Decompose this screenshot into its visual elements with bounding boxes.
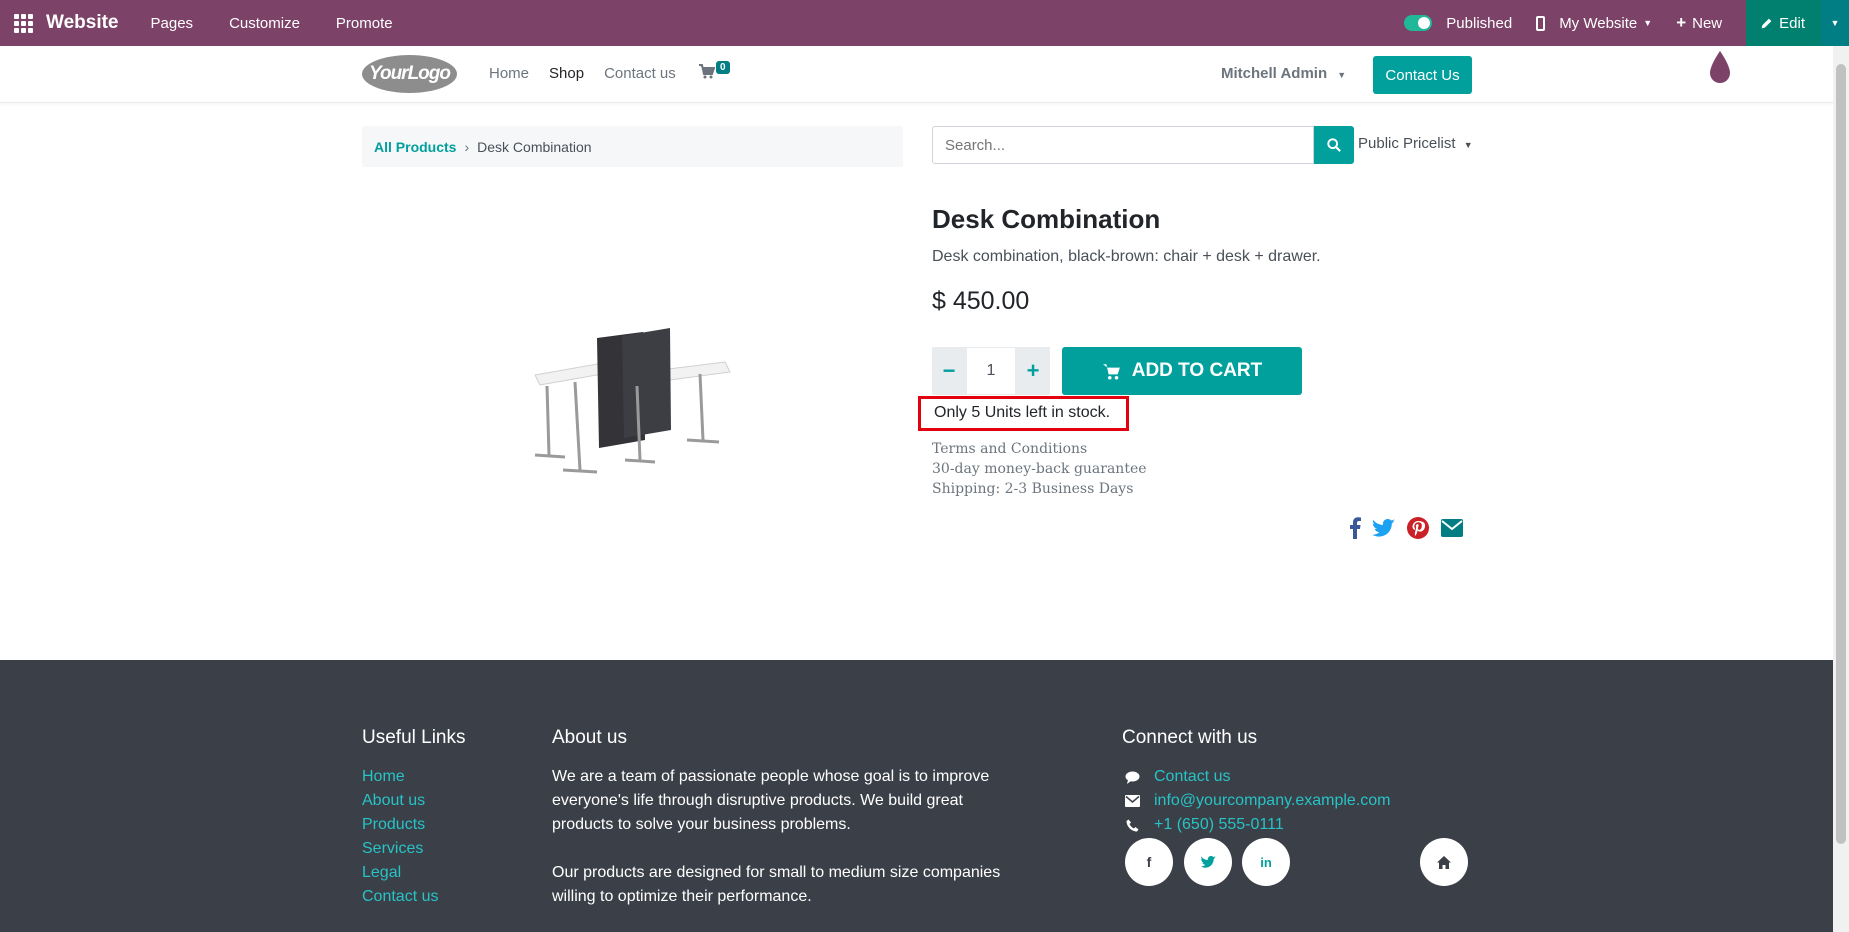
product-terms: Terms and Conditions 30-day money-back g… — [932, 439, 1147, 499]
footer-link-products[interactable]: Products — [362, 813, 438, 837]
envelope-icon — [1124, 795, 1140, 807]
website-switcher-label: My Website — [1559, 14, 1638, 32]
quantity-stepper: − + — [932, 347, 1050, 395]
apps-menu-icon[interactable] — [0, 0, 46, 46]
user-menu[interactable]: Mitchell Admin ▼ — [1221, 65, 1346, 82]
footer-facebook-icon[interactable]: f — [1125, 838, 1173, 886]
footer-about-text: We are a team of passionate people whose… — [552, 765, 1002, 932]
facebook-icon[interactable] — [1349, 517, 1361, 539]
footer-link-about[interactable]: About us — [362, 789, 438, 813]
nav-home[interactable]: Home — [489, 65, 529, 82]
mobile-preview-icon[interactable] — [1536, 15, 1546, 31]
twitter-icon[interactable] — [1373, 519, 1395, 537]
nav-shop[interactable]: Shop — [549, 65, 584, 82]
edit-dropdown-caret-icon[interactable]: ▼ — [1821, 0, 1849, 46]
page-scrollbar[interactable] — [1833, 46, 1849, 932]
footer-about-paragraph: We are a team of passionate people whose… — [552, 768, 990, 833]
footer-useful-links: Home About us Products Services Legal Co… — [362, 765, 438, 909]
site-footer: Useful Links About us Connect with us Ho… — [0, 660, 1833, 932]
theme-drop-icon[interactable] — [1708, 51, 1732, 85]
footer-connect-title: Connect with us — [1122, 727, 1258, 748]
admin-navbar: Website Pages Customize Promote Publishe… — [0, 0, 1849, 46]
new-label: New — [1692, 14, 1723, 32]
footer-phone-link[interactable]: +1 (650) 555-0111 — [1154, 813, 1284, 837]
footer-about-paragraph: Our products are designed for small to m… — [552, 864, 1001, 905]
search-icon — [1327, 138, 1341, 152]
chevron-right-icon: › — [464, 138, 470, 155]
toggle-switch-icon[interactable] — [1404, 15, 1433, 31]
email-share-icon[interactable] — [1441, 519, 1463, 537]
search-button[interactable] — [1314, 126, 1354, 164]
user-name: Mitchell Admin — [1221, 65, 1328, 82]
terms-link[interactable]: Terms and Conditions — [932, 439, 1147, 459]
menu-promote[interactable]: Promote — [336, 15, 393, 32]
add-to-cart-button[interactable]: ADD TO CART — [1062, 347, 1302, 395]
footer-home-icon[interactable] — [1420, 838, 1468, 886]
footer-linkedin-icon[interactable]: in — [1242, 838, 1290, 886]
breadcrumb-current: Desk Combination — [477, 138, 592, 155]
cart-link[interactable]: 0 — [699, 61, 730, 83]
footer-link-contact[interactable]: Contact us — [362, 885, 438, 909]
site-header: YourLogo Home Shop Contact us 0 Mitchell… — [0, 46, 1833, 103]
pencil-icon — [1761, 18, 1772, 28]
pricelist-label: Public Pricelist — [1358, 135, 1456, 152]
footer-link-home[interactable]: Home — [362, 765, 438, 789]
app-brand[interactable]: Website — [46, 12, 119, 34]
guarantee-text: 30-day money-back guarantee — [932, 461, 1147, 477]
edit-label: Edit — [1779, 14, 1805, 32]
footer-email-link[interactable]: info@yourcompany.example.com — [1154, 789, 1391, 813]
breadcrumb: All Products › Desk Combination — [362, 126, 903, 167]
site-logo[interactable]: YourLogo — [362, 55, 457, 93]
scrollbar-thumb[interactable] — [1836, 64, 1846, 844]
comment-icon — [1124, 771, 1140, 784]
cart-count-badge: 0 — [716, 61, 730, 74]
footer-phone-row: +1 (650) 555-0111 — [1124, 813, 1391, 837]
shopping-cart-icon — [1102, 364, 1120, 380]
share-links — [1349, 517, 1463, 539]
menu-customize[interactable]: Customize — [229, 15, 300, 32]
contact-us-button[interactable]: Contact Us — [1373, 56, 1472, 94]
shopping-cart-icon — [699, 64, 716, 79]
quantity-input[interactable] — [966, 347, 1016, 395]
decrease-quantity-button[interactable]: − — [932, 347, 966, 395]
pricelist-dropdown[interactable]: Public Pricelist ▼ — [1358, 135, 1473, 152]
footer-contact-row: Contact us — [1124, 765, 1391, 789]
shipping-text: Shipping: 2-3 Business Days — [932, 481, 1134, 497]
footer-useful-links-title: Useful Links — [362, 727, 466, 748]
new-content-button[interactable]: + New — [1676, 13, 1722, 33]
plus-icon: + — [1676, 13, 1687, 32]
product-price: $ 450.00 — [932, 287, 1030, 315]
stock-availability-message: Only 5 Units left in stock. — [918, 396, 1129, 431]
breadcrumb-all-products[interactable]: All Products — [374, 139, 456, 155]
pinterest-icon[interactable] — [1407, 517, 1429, 539]
footer-twitter-icon[interactable] — [1184, 838, 1232, 886]
footer-link-services[interactable]: Services — [362, 837, 438, 861]
footer-email-row: info@yourcompany.example.com — [1124, 789, 1391, 813]
phone-icon — [1124, 819, 1140, 832]
caret-down-icon: ▼ — [1463, 140, 1473, 150]
caret-down-icon: ▼ — [1337, 70, 1347, 80]
menu-pages[interactable]: Pages — [151, 15, 194, 32]
footer-link-legal[interactable]: Legal — [362, 861, 438, 885]
published-label: Published — [1446, 14, 1513, 32]
caret-down-icon: ▼ — [1643, 18, 1653, 28]
published-toggle[interactable]: Published — [1404, 15, 1512, 32]
footer-contact-link[interactable]: Contact us — [1154, 765, 1230, 789]
product-description: Desk combination, black-brown: chair + d… — [932, 248, 1321, 265]
nav-contact[interactable]: Contact us — [604, 65, 676, 82]
edit-button[interactable]: Edit — [1746, 0, 1821, 46]
main-nav: Home Shop Contact us — [489, 65, 676, 82]
increase-quantity-button[interactable]: + — [1016, 347, 1050, 395]
product-image[interactable] — [525, 320, 735, 480]
footer-about-title: About us — [552, 727, 627, 748]
add-to-cart-label: ADD TO CART — [1131, 360, 1263, 381]
product-title: Desk Combination — [932, 204, 1161, 234]
website-switcher[interactable]: My Website ▼ — [1559, 15, 1652, 32]
search-input[interactable] — [932, 126, 1314, 164]
footer-contact-list: Contact us info@yourcompany.example.com … — [1124, 765, 1391, 837]
